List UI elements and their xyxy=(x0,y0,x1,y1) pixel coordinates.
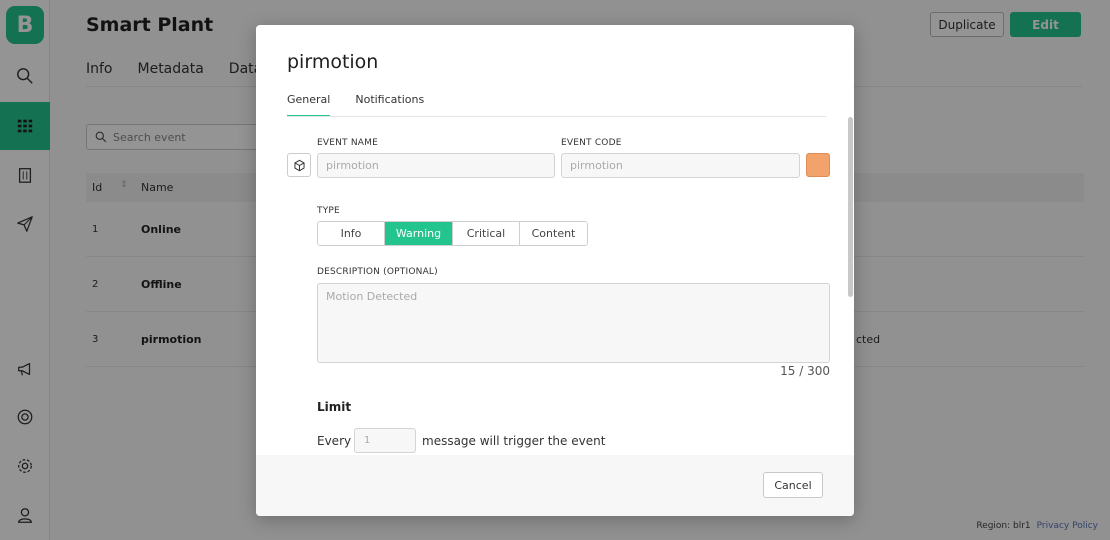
type-info[interactable]: Info xyxy=(318,222,385,245)
event-modal: pirmotion General Notifications EVENT NA… xyxy=(256,25,854,516)
tab-notifications[interactable]: Notifications xyxy=(355,93,424,117)
modal-footer: Cancel xyxy=(256,455,854,516)
event-code-input[interactable]: pirmotion xyxy=(561,153,800,178)
modal-tabs: General Notifications xyxy=(287,93,424,117)
type-content[interactable]: Content xyxy=(520,222,587,245)
event-name-input[interactable]: pirmotion xyxy=(317,153,555,178)
modal-scrollbar[interactable] xyxy=(848,117,853,297)
event-color-picker[interactable] xyxy=(806,153,830,177)
type-warning[interactable]: Warning xyxy=(385,222,453,245)
event-icon-picker[interactable] xyxy=(287,153,311,177)
tab-general[interactable]: General xyxy=(287,93,331,117)
description-placeholder: Motion Detected xyxy=(326,290,418,303)
modal-tab-divider xyxy=(287,116,826,117)
limit-count-value: 1 xyxy=(364,435,371,446)
event-code-label: EVENT CODE xyxy=(561,138,622,148)
event-name-placeholder: pirmotion xyxy=(326,159,379,172)
description-label: DESCRIPTION (OPTIONAL) xyxy=(317,267,438,277)
event-name-label: EVENT NAME xyxy=(317,138,378,148)
limit-count-input[interactable]: 1 xyxy=(354,428,416,453)
cancel-button[interactable]: Cancel xyxy=(763,472,823,498)
event-code-placeholder: pirmotion xyxy=(570,159,623,172)
type-critical[interactable]: Critical xyxy=(453,222,520,245)
character-counter: 15 / 300 xyxy=(780,364,830,378)
every-label: Every xyxy=(317,434,352,448)
cube-icon xyxy=(293,159,305,171)
limit-suffix: message will trigger the event xyxy=(422,434,606,448)
modal-title: pirmotion xyxy=(287,51,379,73)
type-selector: Info Warning Critical Content xyxy=(317,221,588,246)
description-textarea[interactable]: Motion Detected xyxy=(317,283,830,363)
limit-heading: Limit xyxy=(317,400,352,414)
type-label: TYPE xyxy=(317,206,340,216)
